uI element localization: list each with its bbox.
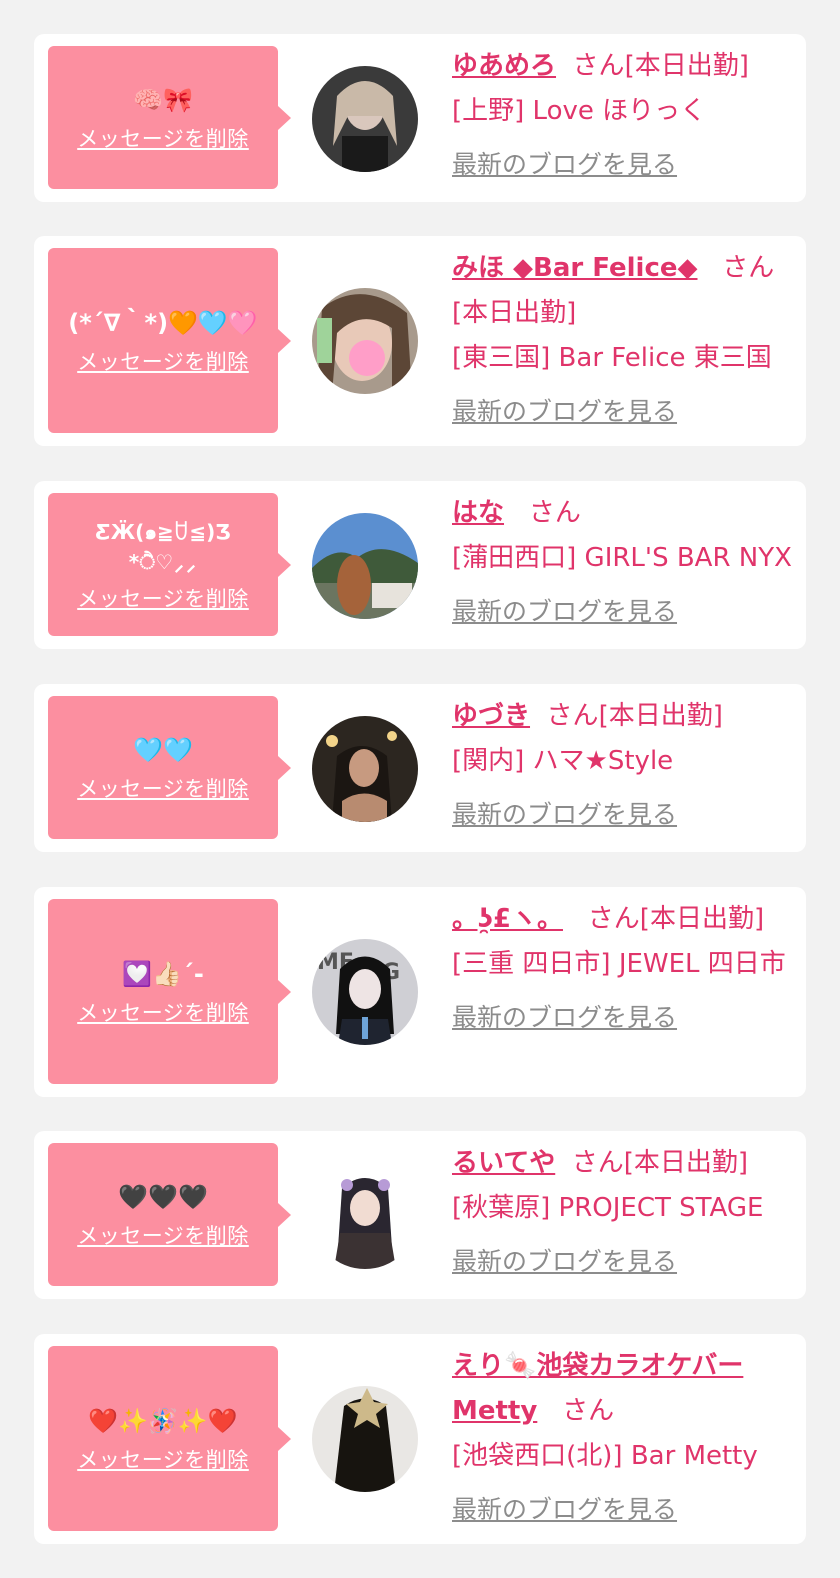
delete-message-link[interactable]: メッセージを削除 [77, 123, 249, 153]
delete-message-link[interactable]: メッセージを削除 [77, 583, 249, 613]
status-text: [本日出勤] [624, 51, 749, 81]
shop-text: [秋葉原] PROJECT STAGE [452, 1193, 764, 1223]
message-card: (*´∇｀*)🧡🩵🩷 メッセージを削除 みほ ◆Bar Felice◆ さん [… [34, 236, 806, 446]
delete-message-link[interactable]: メッセージを削除 [77, 1220, 249, 1250]
latest-blog-link[interactable]: 最新のブログを見る [452, 1487, 677, 1532]
shop-text: [蒲田西口] GIRL'S BAR NYX [452, 543, 792, 573]
status-text: [本日出勤] [623, 1148, 749, 1178]
avatar[interactable] [312, 716, 418, 822]
card-info: 。ʖ̯£ヽ。 さん[本日出勤] [三重 四日市] JEWEL 四日市 最新のブロ… [452, 897, 792, 1041]
message-bubble: 🩵🩵 メッセージを削除 [48, 696, 291, 839]
latest-blog-link[interactable]: 最新のブログを見る [452, 995, 677, 1040]
latest-blog-link[interactable]: 最新のブログを見る [452, 1239, 677, 1284]
message-card: ƸӜ(๑≧ꇴ≦)Ʒ *ੈ♡⸝⸝ メッセージを削除 はな さん [蒲田西口] GI… [34, 481, 806, 649]
card-info: ゆあめろ さん[本日出勤] [上野] Love ほりっく 最新のブログを見る [452, 44, 792, 188]
girl-name-link[interactable]: ゆづき [452, 701, 530, 731]
card-info: るいてや さん[本日出勤] [秋葉原] PROJECT STAGE 最新のブログ… [452, 1141, 792, 1285]
latest-blog-link[interactable]: 最新のブログを見る [452, 142, 677, 187]
honorific: さん [546, 701, 599, 731]
message-text: 🖤🖤🖤 [118, 1182, 208, 1211]
message-text: 🧠🎀 [133, 85, 193, 114]
latest-blog-link[interactable]: 最新のブログを見る [452, 589, 677, 634]
message-text: ƸӜ(๑≧ꇴ≦)Ʒ *ੈ♡⸝⸝ [95, 519, 231, 574]
shop-text: [関内] ハマ★Style [452, 746, 674, 776]
message-card: ❤️✨🪅✨❤️ メッセージを削除 えり🍬池袋カラオケバーMetty さん [池袋… [34, 1334, 806, 1544]
message-bubble: ƸӜ(๑≧ꇴ≦)Ʒ *ੈ♡⸝⸝ メッセージを削除 [48, 493, 291, 636]
honorific: さん [572, 51, 625, 81]
girl-name-link[interactable]: はな [452, 498, 504, 528]
avatar[interactable] [312, 513, 418, 619]
avatar[interactable] [312, 1386, 418, 1492]
latest-blog-link[interactable]: 最新のブログを見る [452, 792, 677, 837]
avatar[interactable] [312, 288, 418, 394]
message-bubble: 💟👍🏻´- メッセージを削除 [48, 899, 291, 1084]
message-card: 🧠🎀 メッセージを削除 ゆあめろ さん[本日出勤] [上野] Love ほりっく… [34, 34, 806, 202]
card-info: ゆづき さん[本日出勤] [関内] ハマ★Style 最新のブログを見る [452, 694, 792, 838]
honorific: さん [528, 498, 581, 528]
girl-name-link[interactable]: 。ʖ̯£ヽ。 [452, 904, 563, 934]
card-info: みほ ◆Bar Felice◆ さん [本日出勤] [東三国] Bar Feli… [452, 246, 792, 435]
girl-name-link[interactable]: るいてや [452, 1148, 555, 1178]
honorific: さん [562, 1396, 615, 1426]
shop-text: [池袋西口(北)] Bar Metty [452, 1441, 758, 1471]
delete-message-link[interactable]: メッセージを削除 [77, 997, 249, 1027]
message-card: 🩵🩵 メッセージを削除 ゆづき さん[本日出勤] [関内] ハマ★Style 最… [34, 684, 806, 852]
girl-name-link[interactable]: みほ ◆Bar Felice◆ [452, 253, 698, 283]
message-list: 🧠🎀 メッセージを削除 ゆあめろ さん[本日出勤] [上野] Love ほりっく… [0, 0, 840, 1578]
message-text: ❤️✨🪅✨❤️ [88, 1406, 238, 1435]
message-card: 💟👍🏻´- メッセージを削除 ME G 。ʖ̯£ヽ。 さん[本日出勤] [三重 四… [34, 887, 806, 1097]
status-text: [本日出勤] [639, 904, 765, 934]
avatar[interactable]: ME G [312, 939, 418, 1045]
shop-text: [東三国] Bar Felice 東三国 [452, 343, 772, 373]
message-card: 🖤🖤🖤 メッセージを削除 るいてや さん[本日出勤] [秋葉原] PROJECT… [34, 1131, 806, 1299]
card-info: えり🍬池袋カラオケバーMetty さん [池袋西口(北)] Bar Metty … [452, 1344, 792, 1533]
message-bubble: (*´∇｀*)🧡🩵🩷 メッセージを削除 [48, 248, 291, 433]
message-bubble: ❤️✨🪅✨❤️ メッセージを削除 [48, 1346, 291, 1531]
avatar[interactable] [312, 1163, 418, 1269]
message-bubble: 🖤🖤🖤 メッセージを削除 [48, 1143, 291, 1286]
status-text: [本日出勤] [452, 298, 577, 328]
message-text: (*´∇｀*)🧡🩵🩷 [68, 308, 258, 337]
card-info: はな さん [蒲田西口] GIRL'S BAR NYX 最新のブログを見る [452, 491, 792, 635]
delete-message-link[interactable]: メッセージを削除 [77, 346, 249, 376]
honorific: さん [587, 904, 640, 934]
shop-text: [上野] Love ほりっく [452, 96, 707, 126]
avatar[interactable] [312, 66, 418, 172]
latest-blog-link[interactable]: 最新のブログを見る [452, 389, 677, 434]
honorific: さん [722, 253, 775, 283]
message-text: 🩵🩵 [133, 735, 193, 764]
message-text: 💟👍🏻´- [122, 959, 204, 988]
status-text: [本日出勤] [598, 701, 723, 731]
message-bubble: 🧠🎀 メッセージを削除 [48, 46, 291, 189]
delete-message-link[interactable]: メッセージを削除 [77, 773, 249, 803]
delete-message-link[interactable]: メッセージを削除 [77, 1444, 249, 1474]
honorific: さん [571, 1148, 624, 1178]
shop-text: [三重 四日市] JEWEL 四日市 [452, 949, 786, 979]
girl-name-link[interactable]: ゆあめろ [452, 51, 556, 81]
